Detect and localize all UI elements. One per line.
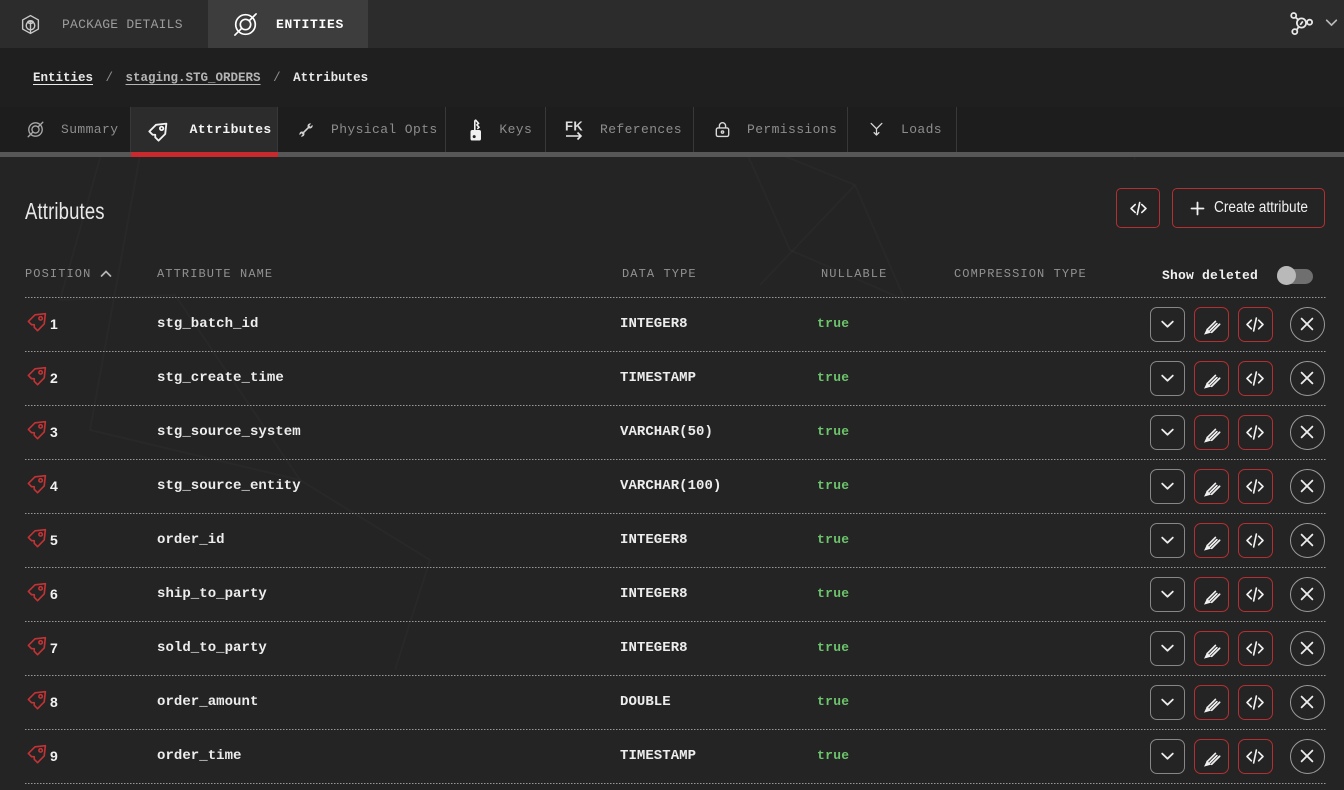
svg-text:FK: FK	[565, 119, 583, 134]
